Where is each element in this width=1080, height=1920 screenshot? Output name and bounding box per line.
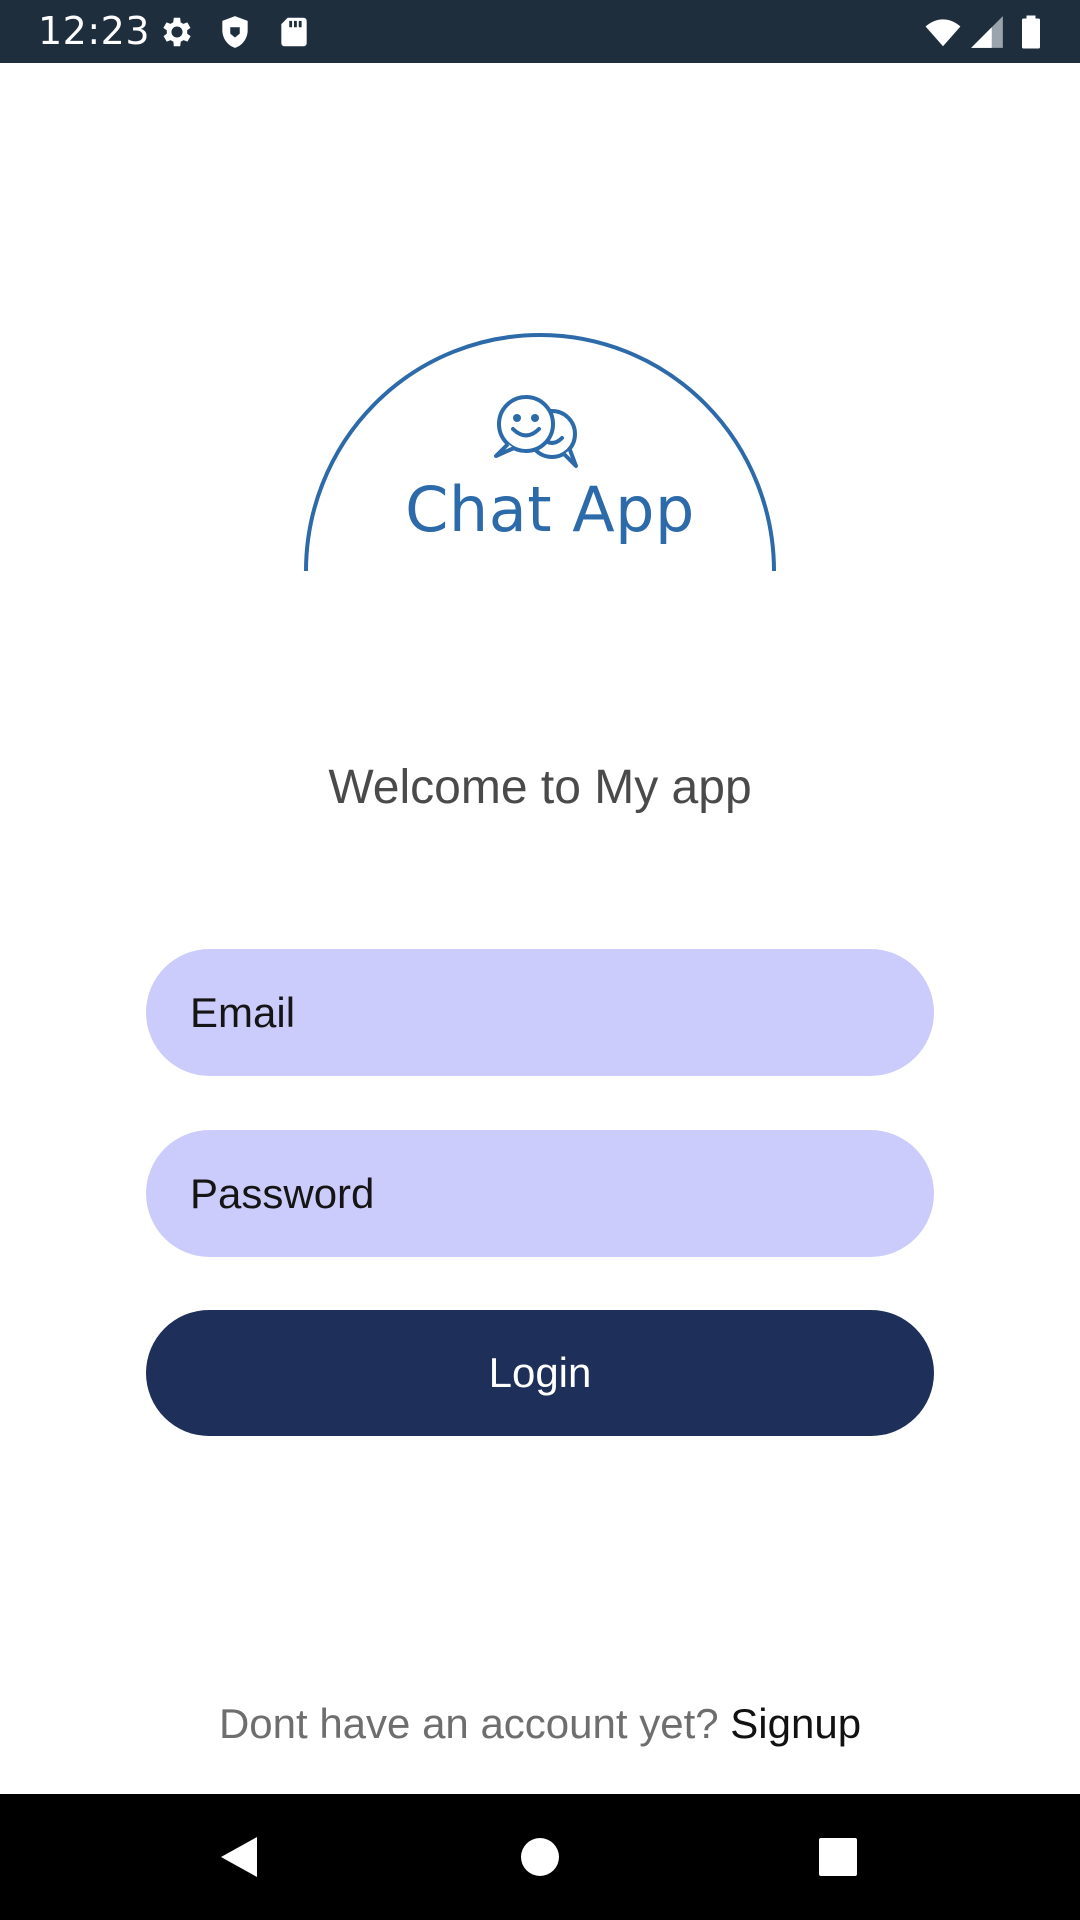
- signup-line: Dont have an account yet? Signup: [0, 1700, 1080, 1748]
- app-logo: Chat App: [300, 330, 780, 580]
- login-button[interactable]: Login: [146, 1310, 934, 1436]
- wifi-icon: [922, 13, 964, 51]
- navigation-bar: [0, 1794, 1080, 1920]
- shield-icon: [216, 13, 254, 51]
- signup-link[interactable]: Signup: [730, 1700, 861, 1747]
- password-input[interactable]: [188, 1168, 934, 1219]
- status-time: 12:23: [38, 9, 151, 53]
- chat-faces-icon: [490, 392, 590, 472]
- logo-text: Chat App: [405, 473, 695, 546]
- email-input[interactable]: [188, 987, 934, 1038]
- home-icon[interactable]: [506, 1823, 574, 1891]
- password-field[interactable]: [146, 1130, 934, 1257]
- welcome-text: Welcome to My app: [328, 761, 752, 814]
- recents-icon[interactable]: [804, 1823, 872, 1891]
- status-bar: 12:23: [0, 0, 1080, 63]
- battery-icon: [1013, 13, 1049, 51]
- cell-signal-icon: [968, 13, 1006, 51]
- email-field[interactable]: [146, 949, 934, 1076]
- signup-prompt: Dont have an account yet?: [218, 1700, 731, 1747]
- gear-icon: [158, 13, 196, 51]
- back-icon[interactable]: [204, 1823, 272, 1891]
- sd-card-icon: [275, 13, 313, 51]
